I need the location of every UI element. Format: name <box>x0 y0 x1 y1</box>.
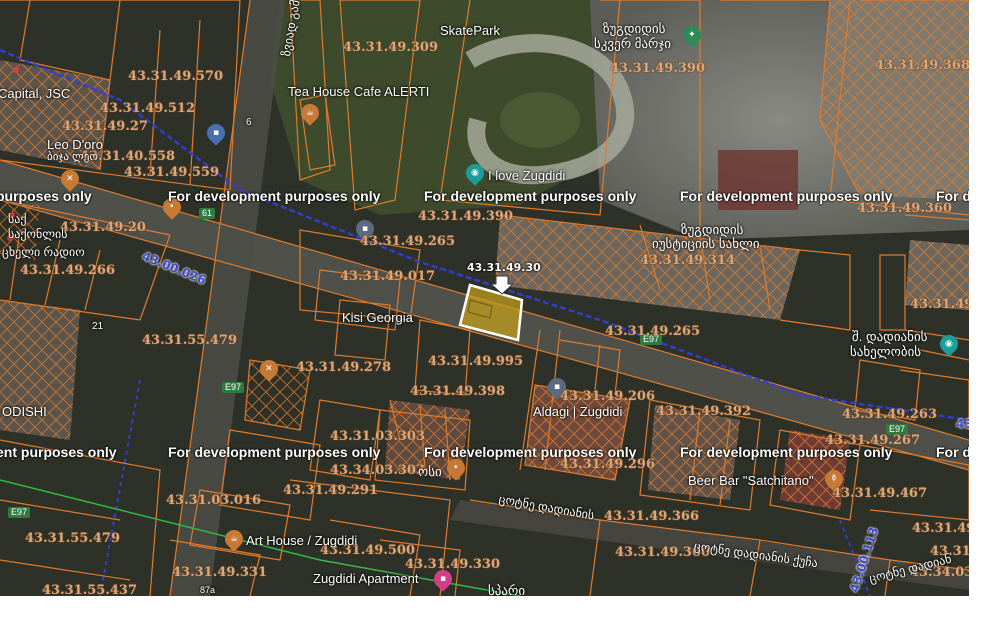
parcel-label: 43.31.49.296 <box>560 457 655 472</box>
blue-line-label: 43 <box>956 417 969 431</box>
road-number-21: 21 <box>92 321 104 332</box>
parcel-label: 43.31.49.267 <box>825 433 920 448</box>
watermark-row2-0: ent purposes only <box>0 444 117 460</box>
parcel-label: 43.31.03.016 <box>166 493 261 508</box>
poi-label-skatepark[interactable]: SkatePark <box>440 24 500 37</box>
watermark-row1-0: purposes only <box>0 188 92 204</box>
parcel-label: 43.31.49.368 <box>875 58 969 73</box>
parcel-label: 43.31.49.390 <box>418 209 513 224</box>
parcel-label: 43.31.49.512 <box>100 101 195 116</box>
parcel-label: 43.31.49.263 <box>842 407 937 422</box>
parcel-label: 43.31.49.017 <box>340 269 435 284</box>
poi-label-left-geo-1[interactable]: საქ <box>8 213 27 225</box>
parcel-label: 43.31.49.330 <box>405 557 500 572</box>
parcel-label: 43.31.49.314 <box>640 253 735 268</box>
watermark-row1-2: For development purposes only <box>424 188 637 204</box>
parcel-label: 43.31.49.360 <box>857 201 952 216</box>
poi-label-justice-1[interactable]: ზუგდიდის <box>681 223 743 236</box>
poi-label-museum-2[interactable]: სკვერ მარჯი <box>594 37 671 50</box>
map-viewport[interactable]: ☕ ✦ ◉ ✕ • ◉ ✕ • ⚱ ☕ ▪ ▪ ▪ ▪ 61 E97 E97 E… <box>0 0 969 596</box>
poi-label-zugdidi-apartment[interactable]: Zugdidi Apartment <box>313 572 419 585</box>
parcel-label: 43.31.49.265 <box>605 324 700 339</box>
poi-label-georgia[interactable]: Kisi Georgia <box>342 311 413 324</box>
poi-label-i-love-zugdidi[interactable]: I love Zugdidi <box>488 169 565 182</box>
parcel-label: 43.31.49.559 <box>124 165 219 180</box>
poi-label-art-house[interactable]: Art House / Zugdidi <box>246 534 357 547</box>
parcel-label: 43.31.49.366 <box>604 509 699 524</box>
poi-label-bottom-geo[interactable]: სპარი <box>488 584 525 596</box>
route-shield-61: 61 <box>199 208 216 219</box>
parcel-label: 43.31.49.266 <box>20 263 115 278</box>
poi-label-odishi[interactable]: ODISHI <box>2 405 47 418</box>
parcel-label: 43.31.03.303 <box>330 429 425 444</box>
poi-label-museum-1[interactable]: ზუგდიდის <box>603 22 665 35</box>
parcel-label: 43.31.49.995 <box>428 354 523 369</box>
parcel-label: 43.31.49.305 <box>910 297 969 312</box>
parcel-label: 43.31.49.390 <box>610 61 705 76</box>
parcel-label: 43.31.49.398 <box>410 384 505 399</box>
poi-label-left-geo-3[interactable]: ცხელი რადიო <box>2 246 85 258</box>
road-number-87a: 87a <box>200 585 216 595</box>
poi-label-right-geo-1[interactable]: შ. დადიანის <box>852 330 927 343</box>
poi-label-justice-2[interactable]: იუსტიციის სახლი <box>652 237 760 250</box>
watermark-row2-1: For development purposes only <box>168 444 381 460</box>
route-shield-e97-a: E97 <box>222 382 245 393</box>
map-canvas[interactable] <box>0 0 969 596</box>
parcel-label: 43.31.49.367 <box>912 521 969 536</box>
skatepark-lawn <box>500 92 580 148</box>
watermark-row1-1: For development purposes only <box>168 188 381 204</box>
parcel-label: 43.31.55.479 <box>25 531 120 546</box>
parcel-label: 43.31.49.331 <box>172 565 267 580</box>
parcel-label: 43.31.55.437 <box>42 583 137 596</box>
poi-label-left-geo-2[interactable]: საქონლის <box>8 228 67 240</box>
poi-label-leo-doro[interactable]: Leo D'oro <box>47 138 103 151</box>
route-shield-e97-d: E97 <box>8 507 31 518</box>
poi-label-right-geo-2[interactable]: სახელობის <box>850 345 921 358</box>
watermark-row2-4: For d <box>936 444 969 460</box>
poi-label-beer-bar[interactable]: Beer Bar "Satchitano" <box>688 474 814 487</box>
poi-label-tea-house[interactable]: Tea House Cafe ALERTI <box>288 85 429 98</box>
parcel-label: 43.31.49.265 <box>360 234 455 249</box>
parcel-label: 43.31.49.309 <box>343 40 438 55</box>
parcel-label: 43.31.49.392 <box>656 404 751 419</box>
parcel-label: 43.31.55.479 <box>142 333 237 348</box>
parcel-label: 43.31.49.20 <box>60 220 146 235</box>
poi-label-mid-geo[interactable]: ოსი <box>418 465 442 478</box>
poi-label-leo-doro-sub: ბიჯა ლეო <box>47 151 98 163</box>
parcel-label: 43.31.49.291 <box>283 483 378 498</box>
poi-label-capital[interactable]: Capital, JSC <box>0 87 70 100</box>
parcel-label: 43.31.49.467 <box>832 486 927 501</box>
road-number-6: 6 <box>246 117 252 128</box>
parcel-label: 43.31.49.278 <box>296 360 391 375</box>
parcel-label: 43.34.03.303 <box>330 463 425 478</box>
parcel-label: 43.31.49.570 <box>128 69 223 84</box>
poi-label-aldagi[interactable]: Aldagi | Zugdidi <box>533 405 622 418</box>
parcel-label: 43.31.49.27 <box>62 119 148 134</box>
selected-parcel-label: 43.31.49.30 <box>467 261 541 274</box>
parcel-label: 43.31.49.206 <box>560 389 655 404</box>
